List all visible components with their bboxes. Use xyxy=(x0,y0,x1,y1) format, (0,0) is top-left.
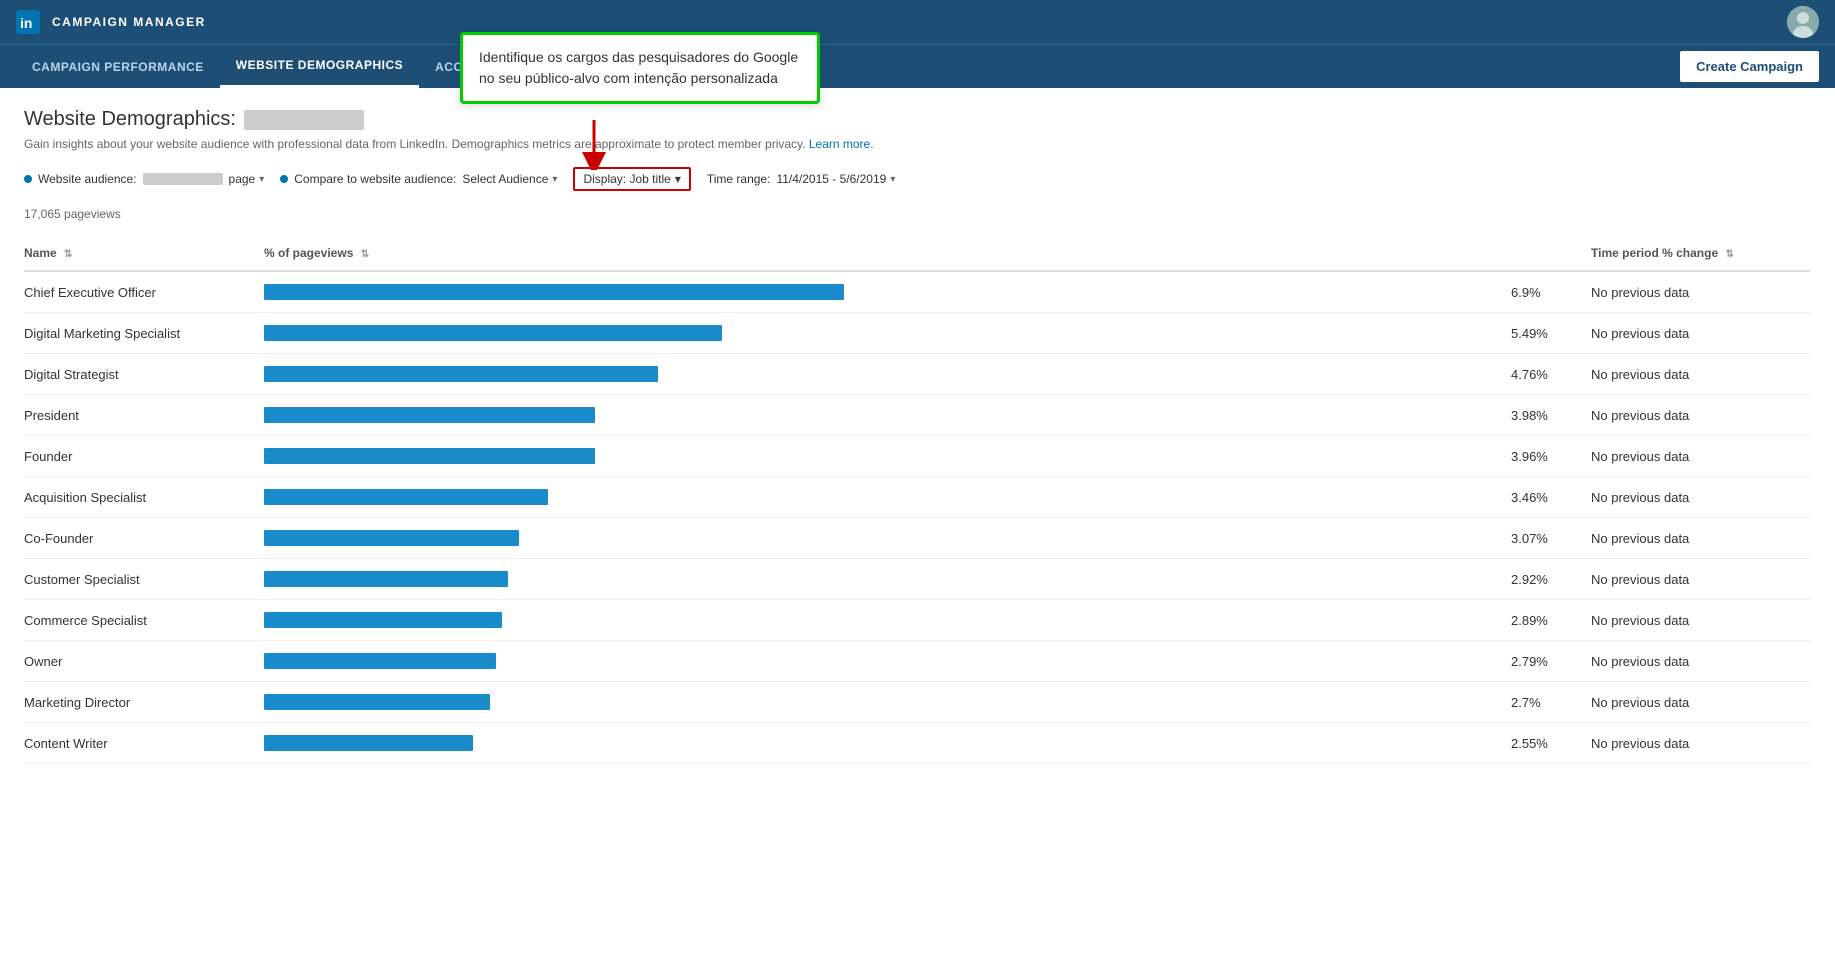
display-chevron: ▾ xyxy=(675,172,681,186)
table-header: Name ⇅ % of pageviews ⇅ Time period % ch… xyxy=(24,236,1811,271)
row-name: Digital Strategist xyxy=(24,354,264,395)
time-range-filter: Time range: 11/4/2015 - 5/6/2019 ▾ xyxy=(707,172,896,186)
row-pct: 3.96% xyxy=(1511,436,1591,477)
compare-dot xyxy=(280,175,288,183)
demographics-table: Name ⇅ % of pageviews ⇅ Time period % ch… xyxy=(24,236,1811,764)
col-pct-pageviews: % of pageviews ⇅ xyxy=(264,236,1511,271)
time-range-dropdown[interactable]: 11/4/2015 - 5/6/2019 ▾ xyxy=(776,172,895,186)
col-pct-value xyxy=(1511,236,1591,271)
user-avatar[interactable] xyxy=(1787,6,1819,38)
row-name: Customer Specialist xyxy=(24,559,264,600)
col-time-change: Time period % change ⇅ xyxy=(1591,236,1811,271)
row-name: Marketing Director xyxy=(24,682,264,723)
row-bar xyxy=(264,271,1511,313)
table-row: Chief Executive Officer 6.9% No previous… xyxy=(24,271,1811,313)
row-name: Content Writer xyxy=(24,723,264,764)
table-row: Commerce Specialist 2.89% No previous da… xyxy=(24,600,1811,641)
row-change: No previous data xyxy=(1591,559,1811,600)
pageviews-count: 17,065 pageviews xyxy=(24,207,1811,221)
audience-dot xyxy=(24,175,32,183)
pct-sort-icon[interactable]: ⇅ xyxy=(361,249,369,260)
row-change: No previous data xyxy=(1591,436,1811,477)
row-change: No previous data xyxy=(1591,641,1811,682)
row-pct: 2.89% xyxy=(1511,600,1591,641)
row-pct: 5.49% xyxy=(1511,313,1591,354)
website-audience-filter: Website audience: page ▾ xyxy=(24,172,264,186)
row-change: No previous data xyxy=(1591,313,1811,354)
row-bar xyxy=(264,313,1511,354)
row-bar xyxy=(264,477,1511,518)
row-pct: 2.7% xyxy=(1511,682,1591,723)
table-row: Owner 2.79% No previous data xyxy=(24,641,1811,682)
row-change: No previous data xyxy=(1591,518,1811,559)
row-change: No previous data xyxy=(1591,477,1811,518)
row-pct: 2.79% xyxy=(1511,641,1591,682)
row-bar xyxy=(264,559,1511,600)
row-name: Commerce Specialist xyxy=(24,600,264,641)
compare-audience-filter: Compare to website audience: Select Audi… xyxy=(280,172,557,186)
audience-name-filter-blurred xyxy=(143,173,223,185)
row-name: Acquisition Specialist xyxy=(24,477,264,518)
row-name: President xyxy=(24,395,264,436)
table-row: Acquisition Specialist 3.46% No previous… xyxy=(24,477,1811,518)
row-bar xyxy=(264,395,1511,436)
table-row: President 3.98% No previous data xyxy=(24,395,1811,436)
tooltip-overlay: Identifique os cargos das pesquisadores … xyxy=(460,32,820,104)
audience-page-dropdown[interactable]: page ▾ xyxy=(229,172,265,186)
row-pct: 6.9% xyxy=(1511,271,1591,313)
audience-name-blurred xyxy=(244,110,364,130)
page-title: Website Demographics: xyxy=(24,108,1811,131)
filters-row: Website audience: page ▾ Compare to webs… xyxy=(24,167,1811,191)
row-change: No previous data xyxy=(1591,271,1811,313)
row-change: No previous data xyxy=(1591,600,1811,641)
linkedin-logo: in xyxy=(16,10,40,34)
row-name: Founder xyxy=(24,436,264,477)
table-row: Content Writer 2.55% No previous data xyxy=(24,723,1811,764)
nav-campaign-performance[interactable]: CAMPAIGN PERFORMANCE xyxy=(16,45,220,88)
learn-more-link[interactable]: Learn more. xyxy=(809,137,874,151)
change-sort-icon[interactable]: ⇅ xyxy=(1726,249,1734,260)
table-row: Digital Strategist 4.76% No previous dat… xyxy=(24,354,1811,395)
row-pct: 3.46% xyxy=(1511,477,1591,518)
table-body: Chief Executive Officer 6.9% No previous… xyxy=(24,271,1811,764)
row-name: Co-Founder xyxy=(24,518,264,559)
row-pct: 3.98% xyxy=(1511,395,1591,436)
row-bar xyxy=(264,641,1511,682)
row-bar xyxy=(264,436,1511,477)
nav-website-demographics[interactable]: WEBSITE DEMOGRAPHICS xyxy=(220,45,419,88)
row-bar xyxy=(264,682,1511,723)
row-change: No previous data xyxy=(1591,354,1811,395)
table-row: Co-Founder 3.07% No previous data xyxy=(24,518,1811,559)
table-row: Marketing Director 2.7% No previous data xyxy=(24,682,1811,723)
row-bar xyxy=(264,723,1511,764)
row-name: Owner xyxy=(24,641,264,682)
page-subtitle: Gain insights about your website audienc… xyxy=(24,137,1811,151)
table-row: Digital Marketing Specialist 5.49% No pr… xyxy=(24,313,1811,354)
compare-audience-dropdown[interactable]: Select Audience ▾ xyxy=(462,172,557,186)
row-pct: 2.55% xyxy=(1511,723,1591,764)
row-pct: 4.76% xyxy=(1511,354,1591,395)
row-bar xyxy=(264,518,1511,559)
svg-text:in: in xyxy=(20,15,32,31)
tooltip-arrow xyxy=(574,120,614,173)
nav-bar: CAMPAIGN PERFORMANCE WEBSITE DEMOGRAPHIC… xyxy=(0,44,1835,88)
row-pct: 3.07% xyxy=(1511,518,1591,559)
row-name: Chief Executive Officer xyxy=(24,271,264,313)
col-name: Name ⇅ xyxy=(24,236,264,271)
row-change: No previous data xyxy=(1591,395,1811,436)
table-row: Founder 3.96% No previous data xyxy=(24,436,1811,477)
row-change: No previous data xyxy=(1591,723,1811,764)
row-bar xyxy=(264,354,1511,395)
row-pct: 2.92% xyxy=(1511,559,1591,600)
table-row: Customer Specialist 2.92% No previous da… xyxy=(24,559,1811,600)
app-title: CAMPAIGN MANAGER xyxy=(52,15,206,29)
top-bar: in CAMPAIGN MANAGER xyxy=(0,0,1835,44)
row-bar xyxy=(264,600,1511,641)
name-sort-icon[interactable]: ⇅ xyxy=(64,249,72,260)
create-campaign-button[interactable]: Create Campaign xyxy=(1680,51,1819,82)
row-change: No previous data xyxy=(1591,682,1811,723)
main-content: Website Demographics: Gain insights abou… xyxy=(0,88,1835,954)
row-name: Digital Marketing Specialist xyxy=(24,313,264,354)
